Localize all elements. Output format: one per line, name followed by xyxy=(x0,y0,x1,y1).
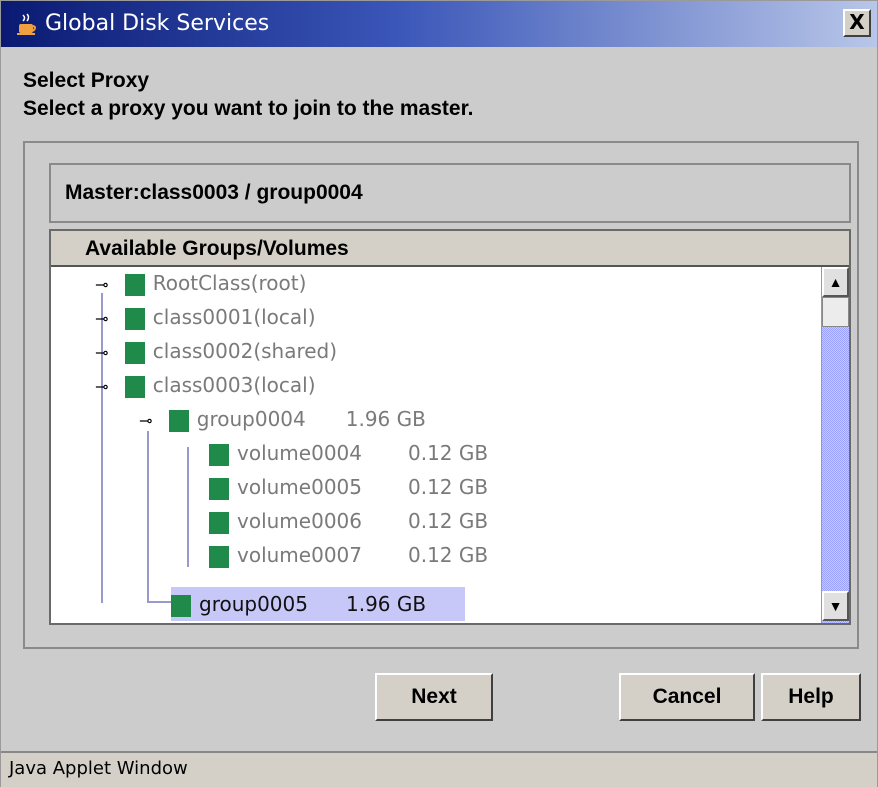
tree-row-rootclass[interactable]: ⊸ RootClass(root) xyxy=(95,271,306,305)
tree-row-class0003[interactable]: ⊸ class0003(local) xyxy=(95,373,316,407)
close-button[interactable]: X xyxy=(843,9,871,37)
root-class-icon xyxy=(124,273,145,296)
arrow-down-icon: ▼ xyxy=(828,598,843,614)
tree-row-group0004[interactable]: ⊸ group0004 1.96 GB xyxy=(139,407,426,441)
page-title: Select Proxy xyxy=(23,69,150,92)
tree-row-volume0006[interactable]: volume0006 0.12 GB xyxy=(209,509,488,543)
volume-icon xyxy=(209,477,229,500)
tree-row-volume0005[interactable]: volume0005 0.12 GB xyxy=(209,475,488,509)
tree-row-group0005[interactable]: group0005 1.96 GB xyxy=(171,587,465,621)
tree-row-label: volume0007 xyxy=(237,543,362,567)
local-class-icon xyxy=(124,307,145,330)
tree-row-size: 1.96 GB xyxy=(345,592,427,616)
tree-row-size: 0.12 GB xyxy=(408,441,489,465)
collapse-toggle-icon[interactable]: ⊸ xyxy=(139,411,152,430)
next-button[interactable]: Next xyxy=(375,673,493,721)
scroll-down-button[interactable]: ▼ xyxy=(822,591,849,621)
expand-toggle-icon[interactable]: ⊸ xyxy=(95,275,108,294)
help-button[interactable]: Help xyxy=(761,673,861,721)
master-label: Master:class0003 / group0004 xyxy=(65,181,363,204)
volume-icon xyxy=(209,443,229,466)
tree-row-label: volume0006 xyxy=(237,509,362,533)
status-bar: Java Applet Window xyxy=(1,751,877,787)
tree-row-volume0004[interactable]: volume0004 0.12 GB xyxy=(209,441,488,475)
tree-row-label: volume0004 xyxy=(237,441,362,465)
tree-row-size: 0.12 GB xyxy=(408,543,489,567)
scroll-track[interactable] xyxy=(822,297,849,327)
volume-icon xyxy=(209,511,229,534)
shared-class-icon xyxy=(124,341,145,364)
tree-connector xyxy=(187,447,189,567)
close-icon: X xyxy=(849,10,865,34)
tree-row-class0002[interactable]: ⊸ class0002(shared) xyxy=(95,339,337,373)
column-header-label: Available Groups/Volumes xyxy=(85,237,349,260)
arrow-up-icon: ▲ xyxy=(828,274,843,290)
tree-row-volume0007[interactable]: volume0007 0.12 GB xyxy=(209,543,488,577)
tree-row-label: group0005 xyxy=(199,592,308,616)
expand-toggle-icon[interactable]: ⊸ xyxy=(95,343,108,362)
tree-row-label: group0004 xyxy=(196,407,306,431)
column-header[interactable]: Available Groups/Volumes xyxy=(51,231,849,267)
window-title: Global Disk Services xyxy=(45,11,270,36)
tree-row-size: 0.12 GB xyxy=(408,509,489,533)
group-icon xyxy=(168,409,189,432)
tree-row-class0001[interactable]: ⊸ class0001(local) xyxy=(95,305,316,339)
page-subtitle: Select a proxy you want to join to the m… xyxy=(23,97,474,120)
tree-row-label: RootClass(root) xyxy=(152,271,307,295)
tree-row-label: class0001(local) xyxy=(152,305,316,329)
collapse-toggle-icon[interactable]: ⊸ xyxy=(95,377,108,396)
tree-row-label: class0003(local) xyxy=(152,373,316,397)
tree-row-size: 0.12 GB xyxy=(408,475,489,499)
tree-row-label: class0002(shared) xyxy=(152,339,338,363)
group-icon xyxy=(171,594,191,617)
tree-connector xyxy=(147,431,149,601)
java-cup-icon xyxy=(17,13,36,35)
master-box: Master:class0003 / group0004 xyxy=(49,163,851,223)
volume-icon xyxy=(209,545,229,568)
dialog-window: Global Disk Services X Select Proxy Sele… xyxy=(0,0,878,787)
cancel-button[interactable]: Cancel xyxy=(619,673,755,721)
tree-row-size: 1.96 GB xyxy=(345,407,426,431)
scroll-up-button[interactable]: ▲ xyxy=(822,267,849,297)
tree-connector xyxy=(147,601,171,603)
available-tree[interactable]: Available Groups/Volumes ⊸ RootClass(roo… xyxy=(49,229,851,625)
expand-toggle-icon[interactable]: ⊸ xyxy=(95,309,108,328)
tree-row-label: volume0005 xyxy=(237,475,362,499)
title-bar[interactable]: Global Disk Services X xyxy=(1,1,877,47)
local-class-icon xyxy=(124,375,145,398)
vertical-scrollbar[interactable]: ▲ ▼ xyxy=(821,267,849,623)
